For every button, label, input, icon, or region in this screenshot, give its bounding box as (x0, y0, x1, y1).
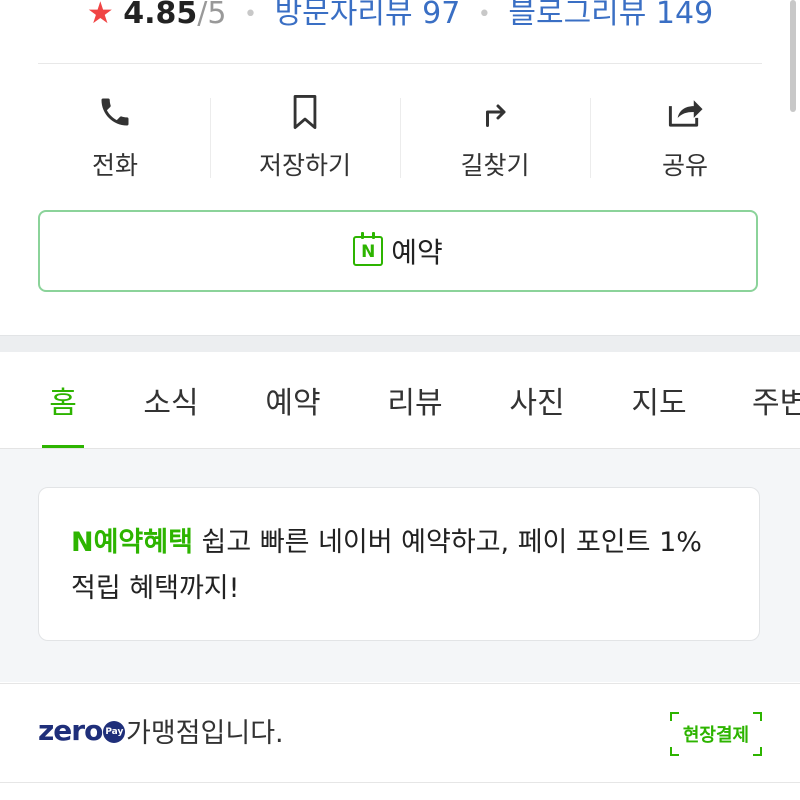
benefit-highlight: N예약혜택 (71, 527, 193, 558)
save-button[interactable]: 저장하기 (210, 90, 400, 190)
share-label: 공유 (661, 151, 708, 180)
tab-bar: 홈 소식 예약 리뷰 사진 지도 주변 (0, 352, 800, 449)
zeropay-row: zero Pay 가맹점입니다. 현장결제 (0, 683, 800, 783)
phone-icon (95, 90, 135, 134)
reserve-button[interactable]: N 예약 (38, 210, 758, 292)
tab-map[interactable]: 지도 (616, 352, 702, 448)
tab-photos[interactable]: 사진 (494, 352, 580, 448)
section-gap (0, 335, 800, 353)
call-button[interactable]: 전화 (20, 90, 210, 190)
merchant-text: 가맹점입니다. (126, 718, 284, 749)
pay-badge: Pay (103, 720, 126, 743)
home-content: N예약혜택 쉽고 빠른 네이버 예약하고, 페이 포인트 1% 적립 혜택까지! (0, 449, 800, 682)
divider (38, 63, 762, 64)
share-button[interactable]: 공유 (590, 90, 780, 190)
save-label: 저장하기 (258, 151, 351, 180)
tab-reservation[interactable]: 예약 (250, 352, 336, 448)
star-icon: ★ (86, 0, 114, 31)
reserve-label: 예약 (391, 236, 443, 269)
separator-dot: • (477, 1, 491, 27)
rating-score: 4.85 (123, 0, 198, 31)
onsite-payment-badge: 현장결제 (670, 712, 762, 756)
tab-nearby[interactable]: 주변 (740, 352, 800, 448)
place-header: ★ 4.85/5 • 방문자리뷰 97 • 블로그리뷰 149 전화 저장하기 … (0, 0, 800, 335)
bookmark-icon (285, 90, 325, 134)
rating-summary: ★ 4.85/5 • 방문자리뷰 97 • 블로그리뷰 149 (0, 0, 800, 43)
call-label: 전화 (91, 151, 138, 180)
tab-news[interactable]: 소식 (128, 352, 214, 448)
tab-home[interactable]: 홈 (20, 352, 106, 448)
tab-reviews[interactable]: 리뷰 (372, 352, 458, 448)
blog-reviews-link[interactable]: 블로그리뷰 149 (508, 0, 713, 31)
directions-label: 길찾기 (460, 151, 530, 180)
share-icon (665, 90, 705, 134)
naver-calendar-icon: N (353, 232, 384, 266)
zeropay-logo: zero Pay (38, 714, 126, 747)
directions-button[interactable]: 길찾기 (400, 90, 590, 190)
directions-icon (475, 90, 515, 134)
rating-max: /5 (197, 0, 227, 31)
scrollbar[interactable] (790, 0, 796, 112)
action-bar: 전화 저장하기 길찾기 공유 (20, 90, 780, 190)
visitor-reviews-link[interactable]: 방문자리뷰 97 (275, 0, 461, 31)
reservation-benefit-banner[interactable]: N예약혜택 쉽고 빠른 네이버 예약하고, 페이 포인트 1% 적립 혜택까지! (38, 487, 760, 641)
separator-dot: • (244, 1, 258, 27)
